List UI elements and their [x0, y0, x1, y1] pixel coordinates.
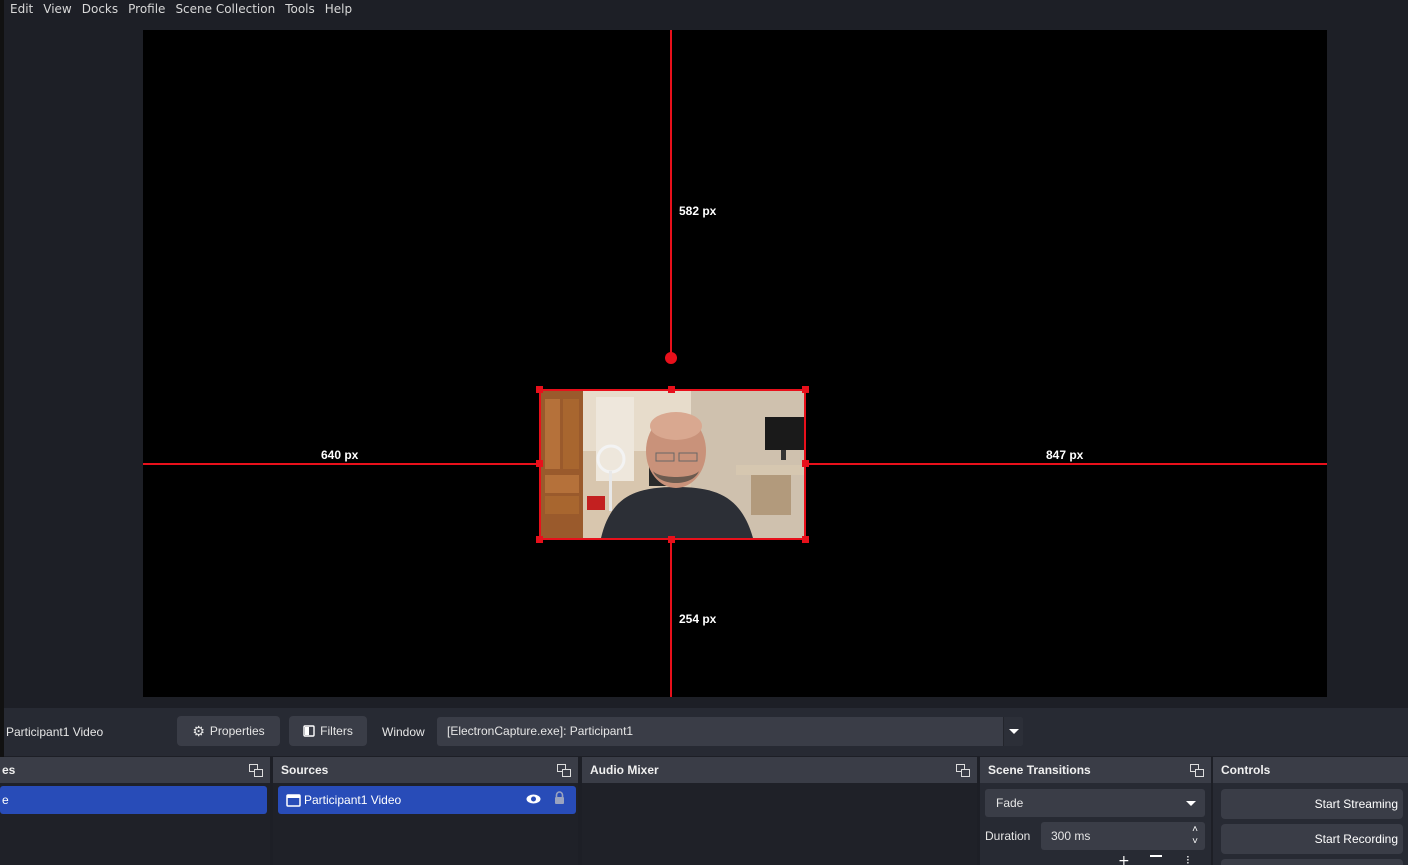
controls-body: Start Streaming Start Recording: [1213, 783, 1408, 865]
duration-label: Duration: [985, 829, 1031, 843]
source-item-label: Participant1 Video: [304, 793, 402, 807]
menu-help[interactable]: Help: [320, 1, 357, 17]
duration-spinbox[interactable]: 300 ms ˄ ˅: [1041, 822, 1205, 850]
transition-select-value: Fade: [996, 796, 1024, 810]
chevron-down-icon: [1186, 801, 1196, 806]
resize-handle-bottom-left[interactable]: [536, 536, 543, 543]
spin-down-icon[interactable]: ˅: [1192, 828, 1198, 856]
resize-handle-bottom-right[interactable]: [802, 536, 809, 543]
distance-right-label: 847 px: [1046, 448, 1084, 462]
undock-icon[interactable]: [249, 764, 263, 777]
guide-top: [670, 30, 672, 359]
scenes-dock-title: es: [2, 763, 16, 777]
resize-handle-top-left[interactable]: [536, 386, 543, 393]
menu-scene-collection[interactable]: Scene Collection: [170, 1, 280, 17]
resize-handle-top[interactable]: [668, 386, 675, 393]
menu-view[interactable]: View: [38, 1, 76, 17]
start-recording-button[interactable]: Start Recording: [1221, 824, 1403, 854]
undock-icon[interactable]: [1190, 764, 1204, 777]
menu-docks[interactable]: Docks: [77, 1, 123, 17]
webcam-video: [541, 391, 804, 538]
distance-top-label: 582 px: [679, 204, 717, 218]
resize-handle-bottom[interactable]: [668, 536, 675, 543]
undock-icon[interactable]: [557, 764, 571, 777]
window-capture-icon: [286, 793, 301, 807]
selected-source-frame[interactable]: [539, 389, 806, 540]
controls-dock-title: Controls: [1221, 763, 1271, 777]
scene-item-label: e: [2, 793, 9, 807]
undock-icon[interactable]: [956, 764, 970, 777]
transition-select[interactable]: Fade: [985, 789, 1205, 817]
window-right-edge: [1408, 0, 1415, 865]
scene-transitions-body: Fade Duration 300 ms ˄ ˅ + ⁝: [980, 783, 1211, 865]
scenes-dock: es e: [0, 757, 270, 865]
distance-bottom-label: 254 px: [679, 612, 717, 626]
chevron-down-icon: [1003, 717, 1023, 746]
trash-icon[interactable]: [1150, 855, 1162, 861]
menu-bar: Edit View Docks Profile Scene Collection…: [0, 0, 1408, 22]
preview-canvas[interactable]: 582 px 254 px 640 px 847 px: [143, 30, 1327, 697]
audio-mixer-dock-title: Audio Mixer: [590, 763, 659, 777]
more-options-icon[interactable]: ⁝: [1186, 853, 1190, 865]
window-label: Window: [382, 725, 425, 739]
scene-item-selected[interactable]: e: [0, 786, 267, 814]
distance-left-label: 640 px: [321, 448, 359, 462]
menu-edit[interactable]: Edit: [0, 1, 38, 17]
filters-label: Filters: [320, 724, 353, 738]
audio-mixer-dock: Audio Mixer: [582, 757, 977, 865]
resize-handle-left[interactable]: [536, 460, 543, 467]
controls-dock: Controls Start Streaming Start Recording: [1213, 757, 1408, 865]
resize-handle-top-right[interactable]: [802, 386, 809, 393]
rotation-handle[interactable]: [665, 352, 677, 364]
start-streaming-button[interactable]: Start Streaming: [1221, 789, 1403, 819]
sources-dock-title: Sources: [281, 763, 329, 777]
menu-profile[interactable]: Profile: [123, 1, 170, 17]
scenes-list: e: [0, 783, 270, 865]
guide-right: [805, 463, 1327, 465]
scene-transitions-dock-title: Scene Transitions: [988, 763, 1091, 777]
gear-icon: ⚙: [192, 723, 205, 739]
source-context-bar: Participant1 Video ⚙ Properties Filters …: [4, 708, 1408, 756]
properties-button[interactable]: ⚙ Properties: [177, 716, 280, 746]
sources-list: Participant1 Video: [273, 783, 578, 865]
guide-left: [143, 463, 539, 465]
properties-label: Properties: [209, 724, 265, 738]
duration-value: 300 ms: [1051, 829, 1091, 843]
filters-icon: [303, 725, 315, 737]
next-control-button[interactable]: [1221, 859, 1403, 865]
window-select-value: [ElectronCapture.exe]: Participant1: [447, 724, 634, 738]
filters-button[interactable]: Filters: [289, 716, 367, 746]
lock-icon[interactable]: [554, 791, 565, 808]
eye-icon[interactable]: [526, 793, 541, 808]
menu-tools[interactable]: Tools: [280, 1, 320, 17]
source-item[interactable]: Participant1 Video: [278, 786, 576, 814]
sources-dock: Sources Participant1 Video: [273, 757, 578, 865]
audio-mixer-body: [582, 783, 977, 865]
scene-transitions-dock: Scene Transitions Fade Duration 300 ms ˄…: [980, 757, 1211, 865]
resize-handle-right[interactable]: [802, 460, 809, 467]
guide-bottom: [670, 540, 672, 697]
window-select[interactable]: [ElectronCapture.exe]: Participant1: [437, 717, 1023, 746]
add-transition-icon[interactable]: +: [1118, 853, 1130, 865]
selected-source-name: Participant1 Video: [6, 725, 104, 739]
